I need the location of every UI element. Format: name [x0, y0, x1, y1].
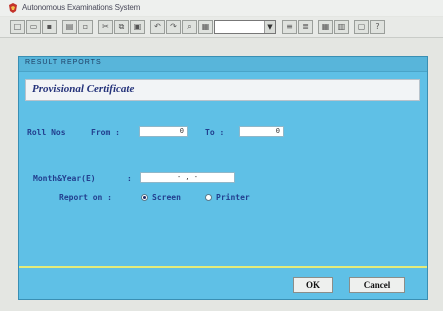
to-label: To :	[205, 128, 225, 137]
align-center-icon[interactable]: ≣	[298, 20, 313, 34]
copy-icon[interactable]: ⧉	[114, 20, 129, 34]
month-year-colon: :	[127, 174, 132, 183]
redo-icon[interactable]: ↷	[166, 20, 181, 34]
ok-button[interactable]: OK	[293, 277, 333, 293]
cut-icon[interactable]: ✂	[98, 20, 113, 34]
print-icon[interactable]: ▤	[62, 20, 77, 34]
screen-option-label[interactable]: Screen	[152, 193, 181, 202]
window-icon[interactable]: ▢	[354, 20, 369, 34]
preview-icon[interactable]: ▫	[78, 20, 93, 34]
align-left-icon[interactable]: ≡	[282, 20, 297, 34]
roll-from-input[interactable]: 0	[139, 126, 188, 137]
month-year-input[interactable]: - , -	[140, 172, 235, 183]
printer-option-label[interactable]: Printer	[216, 193, 250, 202]
cancel-button[interactable]: Cancel	[349, 277, 405, 293]
report-on-label: Report on :	[59, 193, 112, 202]
toolbar-dropdown[interactable]: ▼	[214, 20, 276, 34]
from-label: From :	[91, 128, 120, 137]
chevron-down-icon[interactable]: ▼	[264, 21, 275, 33]
undo-icon[interactable]: ↶	[150, 20, 165, 34]
screen-radio[interactable]	[141, 194, 148, 201]
month-year-label: Month&Year(E)	[33, 174, 96, 183]
result-reports-window: RESULT REPORTS Provisional Certificate R…	[18, 56, 428, 300]
separator-line	[19, 266, 427, 268]
table-icon[interactable]: ▦	[318, 20, 333, 34]
roll-nos-label: Roll Nos	[27, 128, 66, 137]
section-title: RESULT REPORTS	[25, 59, 102, 66]
window-header: RESULT REPORTS	[19, 57, 427, 72]
title-bar: Autonomous Examinations System	[0, 0, 443, 16]
paste-icon[interactable]: ▣	[130, 20, 145, 34]
printer-radio[interactable]	[205, 194, 212, 201]
open-icon[interactable]: ▭	[26, 20, 41, 34]
new-doc-icon[interactable]: □	[10, 20, 25, 34]
roll-to-input[interactable]: 0	[239, 126, 284, 137]
toolbar: □ ▭ ▪ ▤ ▫ ✂ ⧉ ▣ ↶ ↷ ⌕ ▦ ▼ ≡ ≣ ▦ ▥ ▢ ?	[0, 17, 443, 38]
app-logo-icon	[9, 3, 17, 13]
help-icon[interactable]: ?	[370, 20, 385, 34]
chart-icon[interactable]: ▥	[334, 20, 349, 34]
form-title: Provisional Certificate	[32, 83, 135, 95]
form-title-bar: Provisional Certificate	[25, 79, 420, 101]
save-icon[interactable]: ▪	[42, 20, 57, 34]
find-icon[interactable]: ⌕	[182, 20, 197, 34]
format-icon[interactable]: ▦	[198, 20, 213, 34]
window-title: Autonomous Examinations System	[22, 3, 141, 12]
